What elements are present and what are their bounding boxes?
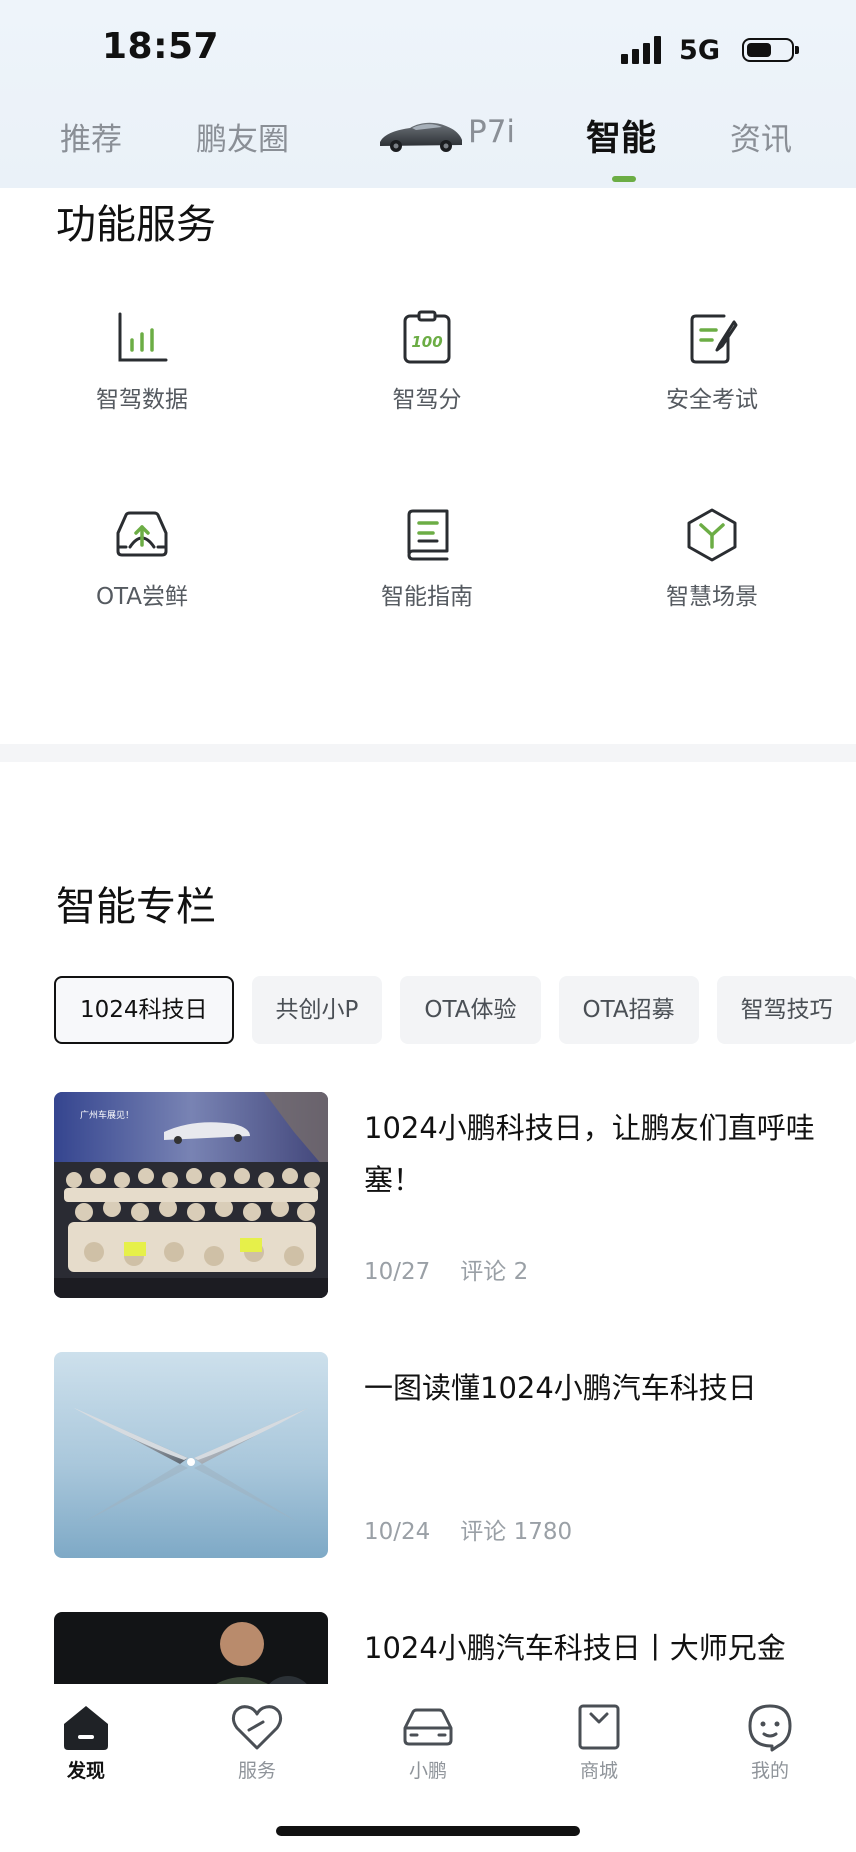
- chip-tech-day[interactable]: 1024科技日: [54, 976, 234, 1044]
- service-label: OTA尝鲜: [95, 584, 189, 610]
- battery-icon: [742, 38, 799, 62]
- article-item[interactable]: 广州车展见！ 1024小鹏科技日，让鹏友们直呼哇塞！ 10/27 评论 2: [54, 1092, 856, 1298]
- article-thumbnail: 广州车展见！: [54, 1092, 328, 1298]
- status-time: 18:57: [102, 26, 220, 67]
- nav-service[interactable]: 服务: [202, 1702, 312, 1783]
- exam-edit-icon: [690, 314, 738, 364]
- chip-ota-recruit[interactable]: OTA招募: [558, 976, 699, 1044]
- article-date: 10/24: [364, 1519, 431, 1545]
- service-label: 智慧场景: [666, 584, 758, 610]
- active-tab-indicator: [612, 176, 636, 182]
- nav-label: 服务: [237, 1760, 276, 1782]
- article-meta: 10/27 评论 2: [364, 1252, 528, 1286]
- tab-car-model[interactable]: P7i: [468, 114, 515, 150]
- bottom-nav-bar: 发现 服务 小鹏 商城 我的: [0, 1684, 856, 1852]
- shopping-bag-icon: [578, 1704, 620, 1750]
- article-title: 一图读懂1024小鹏汽车科技日: [364, 1371, 757, 1405]
- function-services-title: 功能服务: [56, 202, 216, 248]
- scene-cube-icon: [687, 508, 737, 562]
- service-label: 智能指南: [381, 584, 473, 610]
- tab-recommend[interactable]: 推荐: [60, 114, 122, 159]
- article-comments: 评论 2: [460, 1259, 529, 1285]
- guide-book-icon: [407, 509, 449, 561]
- service-label: 智驾分: [392, 387, 462, 413]
- article-thumbnail: [54, 1352, 328, 1558]
- service-label: 安全考试: [666, 387, 758, 413]
- article-title: 1024小鹏汽车科技日丨大师兄金: [364, 1631, 786, 1665]
- nav-label: 我的: [750, 1760, 789, 1782]
- profile-face-icon: [748, 1704, 792, 1752]
- home-icon: [64, 1706, 108, 1750]
- article-item[interactable]: 一图读懂1024小鹏汽车科技日 10/24 评论 1780: [54, 1352, 856, 1558]
- heart-service-icon: [231, 1705, 283, 1750]
- car-upgrade-icon: [116, 511, 168, 557]
- nav-label: 发现: [66, 1760, 105, 1782]
- category-chips: 1024科技日 共创小P OTA体验 OTA招募 智驾技巧: [54, 976, 856, 1044]
- car-icon: [403, 1708, 453, 1746]
- nav-profile[interactable]: 我的: [715, 1702, 825, 1783]
- chip-driving-tips[interactable]: 智驾技巧: [716, 976, 856, 1044]
- home-indicator[interactable]: [276, 1826, 580, 1836]
- chip-co-create[interactable]: 共创小P: [251, 976, 383, 1044]
- thumb-banner-text: 广州车展见！: [80, 1109, 134, 1121]
- app-header: 18:57 5G 推荐 鹏友圈 P7i 智能 资讯: [0, 0, 856, 188]
- service-smart-scene[interactable]: 智慧场景: [612, 507, 812, 657]
- service-label: 智驾数据: [96, 387, 188, 413]
- service-driving-data[interactable]: 智驾数据: [42, 310, 242, 460]
- service-driving-score[interactable]: 100 智驾分: [327, 310, 527, 460]
- tab-news[interactable]: 资讯: [730, 114, 792, 159]
- section-divider: [0, 744, 856, 762]
- article-date: 10/27: [364, 1259, 431, 1285]
- score-clipboard-icon: 100: [403, 310, 451, 364]
- nav-label: 小鹏: [408, 1760, 447, 1782]
- tab-friends-circle[interactable]: 鹏友圈: [196, 114, 289, 159]
- article-meta: 10/24 评论 1780: [364, 1512, 572, 1546]
- status-icons: 5G: [621, 34, 799, 66]
- article-title: 1024小鹏科技日，让鹏友们直呼哇塞！: [364, 1111, 815, 1197]
- car-thumbnail-icon[interactable]: [376, 110, 464, 158]
- score-icon-text: 100: [411, 333, 442, 351]
- chip-ota-experience[interactable]: OTA体验: [400, 976, 541, 1044]
- network-type: 5G: [679, 34, 720, 66]
- smart-column-title: 智能专栏: [56, 884, 216, 930]
- nav-discover[interactable]: 发现: [31, 1702, 141, 1783]
- nav-label: 商城: [579, 1760, 618, 1782]
- tab-smart[interactable]: 智能: [586, 110, 656, 161]
- service-safety-exam[interactable]: 安全考试: [612, 310, 812, 460]
- service-ota-preview[interactable]: OTA尝鲜: [42, 507, 242, 657]
- nav-xpeng[interactable]: 小鹏: [373, 1702, 483, 1783]
- cellular-signal-icon: [621, 36, 662, 64]
- bar-chart-icon: [118, 312, 168, 362]
- nav-mall[interactable]: 商城: [544, 1702, 654, 1783]
- service-smart-guide[interactable]: 智能指南: [327, 507, 527, 657]
- article-comments: 评论 1780: [460, 1519, 573, 1545]
